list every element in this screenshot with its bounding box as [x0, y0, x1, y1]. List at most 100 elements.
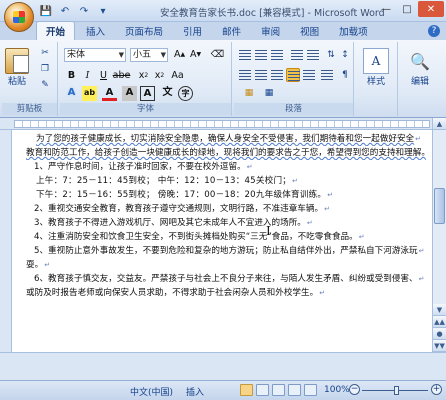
- draft-view-icon[interactable]: [304, 384, 317, 396]
- distributed-icon[interactable]: [302, 68, 316, 82]
- tab-home[interactable]: 开始: [36, 21, 76, 40]
- customize-icon[interactable]: ▾: [95, 3, 111, 19]
- copy-icon[interactable]: ❐: [38, 62, 52, 76]
- office-button[interactable]: [4, 2, 34, 32]
- underline-icon[interactable]: U: [96, 68, 111, 83]
- subscript-icon[interactable]: x2: [136, 68, 151, 83]
- strikethrough-icon[interactable]: abe: [113, 68, 131, 83]
- text-effects-icon[interactable]: A: [64, 86, 79, 101]
- save-icon[interactable]: 💾: [38, 3, 54, 19]
- document-page[interactable]: 为了您的孩子健康成长，切实消除安全隐患，确保人身安全不受侵害，我们期待着和您一起…: [12, 130, 432, 352]
- increase-indent-icon[interactable]: [306, 48, 320, 62]
- select-browse-object-icon[interactable]: ●: [433, 328, 446, 340]
- character-shading-icon[interactable]: A: [122, 86, 137, 101]
- justify-icon[interactable]: [286, 68, 300, 82]
- borders-icon[interactable]: ▦: [262, 86, 276, 100]
- superscript-icon[interactable]: x2: [152, 68, 167, 83]
- document-area[interactable]: 为了您的孩子健康成长，切实消除安全隐患，确保人身安全不受侵害，我们期待着和您一起…: [12, 130, 432, 352]
- document-line[interactable]: 耍。↵: [26, 258, 426, 272]
- next-page-icon[interactable]: ▼▼: [433, 340, 446, 352]
- maximize-icon[interactable]: □: [397, 1, 417, 17]
- web-layout-icon[interactable]: [272, 384, 285, 396]
- multilevel-list-icon[interactable]: [270, 48, 284, 62]
- document-line[interactable]: 6、教育孩子慎交友，交益友。严禁孩子与社会上不良分子来往，与陌人发生矛盾、纠纷或…: [26, 272, 426, 286]
- scroll-thumb[interactable]: [434, 188, 445, 224]
- phonetic-guide-icon[interactable]: 文: [160, 86, 175, 101]
- editing-button[interactable]: 🔍 编辑: [409, 48, 431, 88]
- title-bar: 💾 ↶ ↷ ▾ 安全教育告家长书.doc [兼容模式] - Microsoft …: [0, 0, 446, 32]
- minimize-icon[interactable]: —: [376, 1, 396, 17]
- tab-mailings[interactable]: 邮件: [213, 22, 250, 40]
- styles-label: 样式: [366, 77, 385, 87]
- document-line[interactable]: 教育和防范工作，给孩子创造一块健康成长的绿地，现将我们的要求告之于您，希望得到您…: [26, 146, 426, 160]
- outline-view-icon[interactable]: [288, 384, 301, 396]
- sort-icon[interactable]: ↕: [338, 48, 352, 62]
- shrink-font-icon[interactable]: A ▼: [188, 47, 203, 62]
- chevron-down-icon: ▼: [118, 51, 124, 59]
- styles-button[interactable]: A 样式: [363, 48, 389, 87]
- format-painter-icon[interactable]: ✎: [38, 78, 52, 92]
- document-line[interactable]: 1、严守作息时间，让孩子准时回家，不要在校外逗留。↵: [26, 160, 426, 174]
- character-border-icon[interactable]: A: [140, 86, 155, 101]
- paste-button[interactable]: 粘贴: [5, 48, 29, 87]
- tab-addins[interactable]: 加载项: [330, 22, 377, 40]
- scroll-down-icon[interactable]: ▼: [433, 304, 446, 316]
- scroll-up-icon[interactable]: ▲: [433, 118, 446, 130]
- status-insert-mode[interactable]: 插入: [186, 385, 204, 398]
- font-size-combo[interactable]: 小五 ▼: [130, 48, 168, 62]
- document-line[interactable]: 3、教育孩子不得进入游戏机厅、网吧及其它未成年人不宜进入的场所。↵: [26, 216, 426, 230]
- zoom-level[interactable]: 100%: [324, 385, 350, 395]
- decrease-indent-icon[interactable]: [290, 48, 304, 62]
- align-right-icon[interactable]: [270, 68, 284, 82]
- grow-font-icon[interactable]: A ▲: [172, 47, 187, 62]
- document-line[interactable]: 下午：2：15－16：55到校； 傍晚：17：00－18：20九年级体育训练。↵: [26, 188, 426, 202]
- chinese-layout-icon[interactable]: ⇅: [324, 48, 338, 62]
- print-layout-view-icon[interactable]: [240, 384, 253, 396]
- horizontal-ruler[interactable]: [14, 120, 430, 128]
- undo-icon[interactable]: ↶: [57, 3, 73, 19]
- status-bar: 中文(中国) 插入 100% − +: [0, 380, 446, 400]
- document-line[interactable]: 2、重视交通安全教育，教育孩子遵守交通规则，文明行路，不准违章车辆。↵: [26, 202, 426, 216]
- show-marks-icon[interactable]: ¶: [338, 68, 352, 82]
- zoom-slider-thumb[interactable]: [394, 386, 399, 395]
- align-left-icon[interactable]: [238, 68, 252, 82]
- highlight-icon[interactable]: ab: [82, 86, 97, 101]
- line-spacing-icon[interactable]: [320, 68, 334, 82]
- zoom-out-icon[interactable]: −: [349, 384, 360, 395]
- status-language[interactable]: 中文(中国): [130, 385, 173, 398]
- vertical-scrollbar[interactable]: ▲ ▼ ▲▲ ● ▼▼: [432, 118, 446, 352]
- previous-page-icon[interactable]: ▲▲: [433, 316, 446, 328]
- numbering-icon[interactable]: [254, 48, 268, 62]
- close-icon[interactable]: ✕: [418, 1, 444, 17]
- bullets-icon[interactable]: [238, 48, 252, 62]
- tab-references[interactable]: 引用: [174, 22, 211, 40]
- bold-icon[interactable]: B: [64, 68, 79, 83]
- document-line[interactable]: 或防及时报告老师或向保安人员求助，不得求助于社会闲杂人员和外校学生。↵: [26, 286, 426, 300]
- document-line[interactable]: 为了您的孩子健康成长，切实消除安全隐患，确保人身安全不受侵害，我们期待着和您一起…: [26, 132, 426, 146]
- document-line[interactable]: 上午：7：25－11：45到校； 中午：12：10－13：45关校门；↵: [26, 174, 426, 188]
- document-line[interactable]: 5、重视防止意外事故发生，不要到危险和复杂的地方游玩；防止私自结伴外出，严禁私自…: [26, 244, 426, 258]
- font-color-icon[interactable]: A: [102, 86, 117, 101]
- styles-icon: A: [363, 48, 389, 74]
- cut-icon[interactable]: ✂: [38, 46, 52, 60]
- tab-page-layout[interactable]: 页面布局: [116, 22, 172, 40]
- change-case-icon[interactable]: Aa: [170, 68, 185, 83]
- shading-icon[interactable]: ▦: [242, 86, 256, 100]
- tab-insert[interactable]: 插入: [77, 22, 114, 40]
- font-name-value: 宋体: [67, 50, 86, 60]
- align-center-icon[interactable]: [254, 68, 268, 82]
- redo-icon[interactable]: ↷: [76, 3, 92, 19]
- zoom-in-icon[interactable]: +: [431, 384, 442, 395]
- tab-view[interactable]: 视图: [291, 22, 328, 40]
- document-line[interactable]: 4、注重消防安全和饮食卫生安全，不到街头摊档处购买“三无”食品，不吃零食食品。↵: [26, 230, 426, 244]
- italic-icon[interactable]: I: [80, 68, 95, 83]
- font-name-combo[interactable]: 宋体 ▼: [64, 48, 126, 62]
- help-icon[interactable]: ?: [428, 25, 440, 37]
- tab-review[interactable]: 审阅: [252, 22, 289, 40]
- enclose-character-icon[interactable]: 字: [178, 86, 193, 101]
- full-screen-reading-icon[interactable]: [256, 384, 269, 396]
- zoom-slider[interactable]: [362, 386, 428, 395]
- find-icon: 🔍: [410, 51, 430, 71]
- clear-format-icon[interactable]: ⌫: [210, 47, 225, 62]
- document-line-text: 上午：7：25－11：45到校； 中午：12：10－13：45关校门；: [36, 176, 292, 186]
